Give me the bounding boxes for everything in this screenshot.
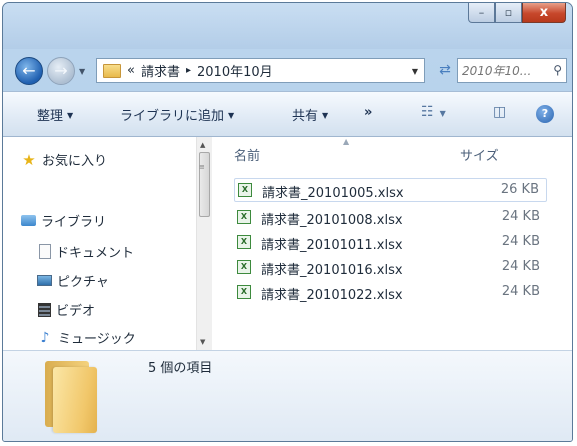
music-icon: ♪ <box>40 329 50 346</box>
star-icon: ★ <box>22 150 36 169</box>
excel-file-icon: X <box>237 285 251 299</box>
breadcrumb-parent[interactable]: 請求書 <box>141 61 180 80</box>
breadcrumb-current[interactable]: 2010年10月 <box>197 61 273 80</box>
sidebar-item-label: お気に入り <box>42 154 108 169</box>
chevron-down-icon: ▼ <box>322 111 329 120</box>
address-dropdown-icon[interactable]: ▼ <box>412 67 418 76</box>
forward-button[interactable]: → <box>47 57 75 85</box>
sidebar-item-documents[interactable]: ドキュメント <box>37 242 134 261</box>
view-options-button[interactable]: ☷ ▼ <box>421 104 446 120</box>
sidebar-item-label: ドキュメント <box>56 246 135 261</box>
file-list: 名前 ▲ サイズ X 請求書_20101005.xlsx 26 KB X 請求書… <box>212 137 572 350</box>
address-bar[interactable]: « 請求書 ▸ 2010年10月 ▼ <box>96 58 425 83</box>
refresh-icon: ⇄ <box>439 62 451 78</box>
breadcrumb-overflow[interactable]: « <box>127 63 135 78</box>
help-icon: ? <box>541 107 549 120</box>
file-size: 24 KB <box>501 209 540 224</box>
sidebar-item-libraries[interactable]: ライブラリ <box>21 211 106 230</box>
file-row[interactable]: X 請求書_20101016.xlsx 24 KB <box>234 256 547 280</box>
sidebar-item-videos[interactable]: ビデオ <box>37 300 95 319</box>
sidebar-item-label: ピクチャ <box>57 275 109 290</box>
item-count: 5 個の項目 <box>148 361 213 376</box>
file-name: 請求書_20101011.xlsx <box>261 238 403 253</box>
file-row[interactable]: X 請求書_20101011.xlsx 24 KB <box>234 231 547 255</box>
explorer-window: – ▫ x ← → ▼ « 請求書 ▸ 2010年10月 ▼ ⇄ ⚲ 整理▼ ラ… <box>2 2 573 442</box>
more-commands-button[interactable]: » <box>364 105 372 120</box>
sidebar-item-music[interactable]: ♪ ミュージック <box>37 328 136 348</box>
search-box[interactable]: ⚲ <box>457 58 567 83</box>
library-icon <box>21 215 36 226</box>
minimize-button[interactable]: – <box>468 3 495 23</box>
file-row[interactable]: X 請求書_20101008.xlsx 24 KB <box>234 206 547 230</box>
excel-file-icon: X <box>237 260 251 274</box>
organize-label: 整理 <box>37 109 64 124</box>
scroll-down-icon[interactable]: ▼ <box>200 338 205 346</box>
recent-pages-dropdown[interactable]: ▼ <box>79 67 85 76</box>
refresh-button[interactable]: ⇄ <box>433 58 457 83</box>
command-bar: 整理 ▼ ライブラリに追加 ▼ 共有 ▼ » ☷ ▼ ◫ ? <box>3 91 572 137</box>
forward-arrow-icon: → <box>54 61 68 80</box>
navigation-row: ← → ▼ « 請求書 ▸ 2010年10月 ▼ ⇄ ⚲ <box>3 54 572 88</box>
share-menu[interactable]: 共有 ▼ <box>292 105 328 124</box>
file-size: 24 KB <box>501 284 540 299</box>
chevron-down-icon: ▼ <box>67 111 74 120</box>
file-size: 24 KB <box>501 234 540 249</box>
file-name: 請求書_20101016.xlsx <box>261 263 403 278</box>
excel-file-icon: X <box>237 235 251 249</box>
search-input[interactable] <box>462 60 546 81</box>
folder-front-shape <box>53 367 97 433</box>
back-arrow-icon: ← <box>22 61 36 80</box>
help-button[interactable]: ? <box>536 105 554 123</box>
sidebar-item-favorites[interactable]: ★ お気に入り <box>21 150 107 169</box>
chevron-down-icon: ▼ <box>439 109 446 118</box>
column-header-size[interactable]: サイズ <box>460 145 499 164</box>
sidebar-item-label: ミュージック <box>58 332 136 347</box>
sort-ascending-icon: ▲ <box>343 137 350 146</box>
organize-menu[interactable]: 整理 ▼ <box>37 105 73 124</box>
sidebar-item-label: ビデオ <box>56 304 96 319</box>
preview-pane-icon: ◫ <box>493 104 507 120</box>
view-list-icon: ☷ <box>421 104 434 120</box>
search-icon[interactable]: ⚲ <box>553 63 562 77</box>
maximize-button[interactable]: ▫ <box>495 3 522 23</box>
close-button[interactable]: x <box>522 3 566 23</box>
excel-file-icon: X <box>238 183 252 197</box>
folder-icon <box>41 361 103 435</box>
file-size: 24 KB <box>501 259 540 274</box>
scrollbar-thumb[interactable] <box>199 152 210 217</box>
preview-pane-button[interactable]: ◫ <box>493 104 506 120</box>
file-name: 請求書_20101005.xlsx <box>262 186 404 201</box>
sidebar-item-label: ライブラリ <box>41 215 107 230</box>
file-name: 請求書_20101008.xlsx <box>261 213 403 228</box>
chevron-down-icon: ▼ <box>228 111 235 120</box>
document-icon <box>39 244 51 259</box>
details-pane: 5 個の項目 <box>3 350 572 441</box>
back-button[interactable]: ← <box>15 57 43 85</box>
window-controls: – ▫ x <box>468 3 566 24</box>
picture-icon <box>37 275 52 286</box>
file-name: 請求書_20101022.xlsx <box>261 288 403 303</box>
column-header-name[interactable]: 名前 <box>234 145 260 164</box>
file-size: 26 KB <box>500 182 539 197</box>
breadcrumb-separator-icon[interactable]: ▸ <box>186 65 191 76</box>
file-row[interactable]: X 請求書_20101022.xlsx 24 KB <box>234 281 547 305</box>
sidebar-item-pictures[interactable]: ピクチャ <box>37 271 109 290</box>
file-row[interactable]: X 請求書_20101005.xlsx 26 KB <box>234 178 547 202</box>
folder-icon <box>103 63 121 78</box>
main-content: ★ お気に入り ライブラリ ドキュメント ピクチャ ビデオ ♪ ミュージック ▲… <box>3 137 572 350</box>
navigation-scrollbar[interactable]: ▲ ≡ ▼ <box>196 137 212 350</box>
grip-icon: ≡ <box>199 163 205 171</box>
excel-file-icon: X <box>237 210 251 224</box>
title-bar[interactable]: – ▫ x <box>3 3 572 49</box>
add-to-library-menu[interactable]: ライブラリに追加 ▼ <box>120 105 234 124</box>
add-to-library-label: ライブラリに追加 <box>120 109 225 124</box>
navigation-pane: ★ お気に入り ライブラリ ドキュメント ピクチャ ビデオ ♪ ミュージック <box>3 137 196 350</box>
share-label: 共有 <box>292 109 319 124</box>
video-icon <box>38 302 51 317</box>
scroll-up-icon[interactable]: ▲ <box>200 141 205 149</box>
